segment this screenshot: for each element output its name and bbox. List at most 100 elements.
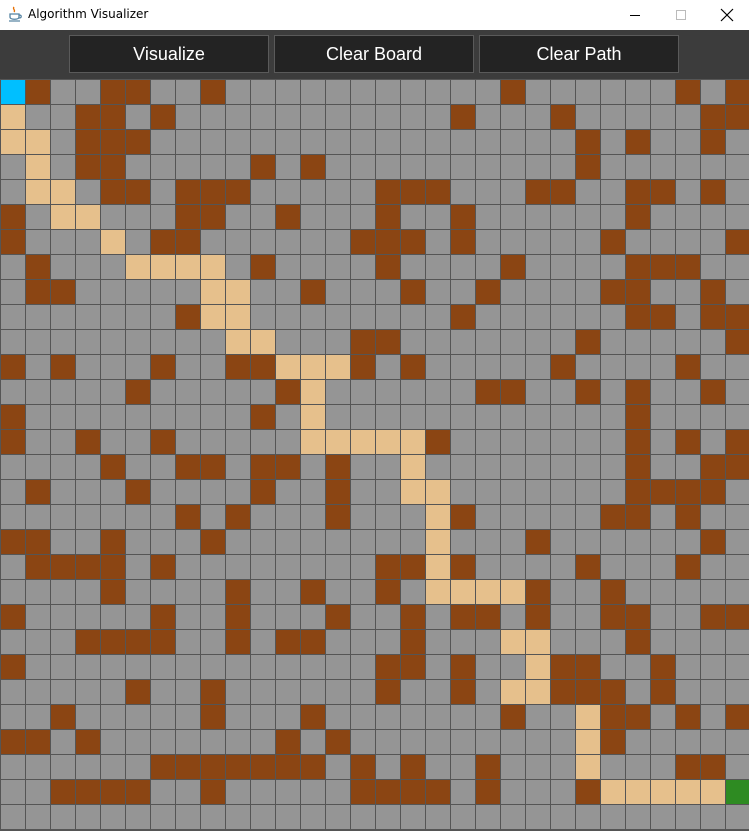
grid-cell-wall[interactable] xyxy=(151,555,176,580)
grid-cell-empty[interactable] xyxy=(51,255,76,280)
grid-cell-empty[interactable] xyxy=(676,680,701,705)
grid-cell-empty[interactable] xyxy=(51,730,76,755)
grid-cell-empty[interactable] xyxy=(26,805,51,830)
grid-cell-empty[interactable] xyxy=(351,180,376,205)
grid-cell-empty[interactable] xyxy=(651,280,676,305)
grid-cell-empty[interactable] xyxy=(101,205,126,230)
grid-cell-wall[interactable] xyxy=(101,180,126,205)
grid-cell-empty[interactable] xyxy=(551,805,576,830)
grid-cell-empty[interactable] xyxy=(551,705,576,730)
grid-cell-empty[interactable] xyxy=(76,80,101,105)
grid-cell-empty[interactable] xyxy=(651,330,676,355)
grid-cell-empty[interactable] xyxy=(226,780,251,805)
grid-cell-empty[interactable] xyxy=(126,530,151,555)
grid-cell-empty[interactable] xyxy=(576,530,601,555)
grid-cell-empty[interactable] xyxy=(151,580,176,605)
grid-cell-empty[interactable] xyxy=(501,730,526,755)
grid-cell-empty[interactable] xyxy=(426,230,451,255)
grid-cell-empty[interactable] xyxy=(451,480,476,505)
grid-cell-empty[interactable] xyxy=(151,530,176,555)
grid-cell-empty[interactable] xyxy=(551,505,576,530)
grid-cell-empty[interactable] xyxy=(651,105,676,130)
grid-cell-empty[interactable] xyxy=(1,455,26,480)
grid-cell-empty[interactable] xyxy=(401,380,426,405)
grid-cell-empty[interactable] xyxy=(151,180,176,205)
grid-cell-wall[interactable] xyxy=(251,155,276,180)
grid-cell-wall[interactable] xyxy=(651,180,676,205)
grid-cell-empty[interactable] xyxy=(601,805,626,830)
grid-cell-wall[interactable] xyxy=(26,80,51,105)
grid-cell-empty[interactable] xyxy=(601,330,626,355)
grid-cell-empty[interactable] xyxy=(51,530,76,555)
grid-cell-wall[interactable] xyxy=(626,380,651,405)
grid-cell-empty[interactable] xyxy=(1,780,26,805)
grid-cell-path[interactable] xyxy=(301,405,326,430)
grid-cell-path[interactable] xyxy=(201,305,226,330)
grid-cell-wall[interactable] xyxy=(576,380,601,405)
grid-cell-empty[interactable] xyxy=(201,430,226,455)
grid-cell-empty[interactable] xyxy=(76,655,101,680)
grid-cell-path[interactable] xyxy=(376,430,401,455)
grid-cell-empty[interactable] xyxy=(726,255,751,280)
grid-cell-empty[interactable] xyxy=(426,630,451,655)
grid-cell-wall[interactable] xyxy=(126,630,151,655)
grid-cell-empty[interactable] xyxy=(426,405,451,430)
grid-cell-wall[interactable] xyxy=(326,455,351,480)
grid-cell-empty[interactable] xyxy=(26,455,51,480)
grid-cell-wall[interactable] xyxy=(101,105,126,130)
grid-cell-empty[interactable] xyxy=(101,505,126,530)
grid-cell-empty[interactable] xyxy=(526,380,551,405)
grid-cell-empty[interactable] xyxy=(526,130,551,155)
grid-cell-empty[interactable] xyxy=(26,305,51,330)
grid-cell-empty[interactable] xyxy=(51,155,76,180)
grid-cell-empty[interactable] xyxy=(451,180,476,205)
grid-cell-empty[interactable] xyxy=(151,80,176,105)
grid-cell-empty[interactable] xyxy=(401,80,426,105)
grid-cell-empty[interactable] xyxy=(701,730,726,755)
grid-cell-empty[interactable] xyxy=(26,705,51,730)
grid-cell-empty[interactable] xyxy=(476,680,501,705)
grid-cell-empty[interactable] xyxy=(651,355,676,380)
grid-cell-empty[interactable] xyxy=(426,255,451,280)
grid-cell-wall[interactable] xyxy=(76,555,101,580)
grid-cell-empty[interactable] xyxy=(426,655,451,680)
grid-cell-empty[interactable] xyxy=(726,480,751,505)
grid-cell-wall[interactable] xyxy=(51,555,76,580)
grid-cell-wall[interactable] xyxy=(676,755,701,780)
grid-cell-empty[interactable] xyxy=(701,205,726,230)
clear-board-button[interactable]: Clear Board xyxy=(274,35,474,73)
grid-cell-empty[interactable] xyxy=(576,430,601,455)
grid-cell-empty[interactable] xyxy=(151,330,176,355)
grid-cell-empty[interactable] xyxy=(76,330,101,355)
grid-cell-empty[interactable] xyxy=(101,705,126,730)
grid-cell-wall[interactable] xyxy=(501,80,526,105)
grid-cell-empty[interactable] xyxy=(301,105,326,130)
grid-cell-empty[interactable] xyxy=(226,455,251,480)
grid-cell-wall[interactable] xyxy=(526,180,551,205)
grid-cell-empty[interactable] xyxy=(226,255,251,280)
grid-cell-empty[interactable] xyxy=(126,355,151,380)
grid-cell-wall[interactable] xyxy=(151,630,176,655)
grid-cell-empty[interactable] xyxy=(501,330,526,355)
grid-cell-wall[interactable] xyxy=(576,655,601,680)
grid-cell-empty[interactable] xyxy=(701,230,726,255)
grid-cell-wall[interactable] xyxy=(1,530,26,555)
grid-cell-wall[interactable] xyxy=(601,230,626,255)
grid-cell-empty[interactable] xyxy=(626,580,651,605)
grid-cell-empty[interactable] xyxy=(1,755,26,780)
grid-cell-empty[interactable] xyxy=(526,705,551,730)
grid-cell-empty[interactable] xyxy=(451,155,476,180)
grid-cell-wall[interactable] xyxy=(501,380,526,405)
grid-cell-empty[interactable] xyxy=(476,555,501,580)
grid-cell-empty[interactable] xyxy=(376,630,401,655)
grid-cell-empty[interactable] xyxy=(651,530,676,555)
grid-cell-path[interactable] xyxy=(576,755,601,780)
grid-cell-wall[interactable] xyxy=(76,430,101,455)
grid-cell-empty[interactable] xyxy=(226,380,251,405)
grid-cell-empty[interactable] xyxy=(126,805,151,830)
grid-cell-wall[interactable] xyxy=(676,355,701,380)
grid-cell-empty[interactable] xyxy=(276,330,301,355)
grid-cell-empty[interactable] xyxy=(526,330,551,355)
grid-cell-empty[interactable] xyxy=(501,280,526,305)
grid-cell-empty[interactable] xyxy=(726,805,751,830)
